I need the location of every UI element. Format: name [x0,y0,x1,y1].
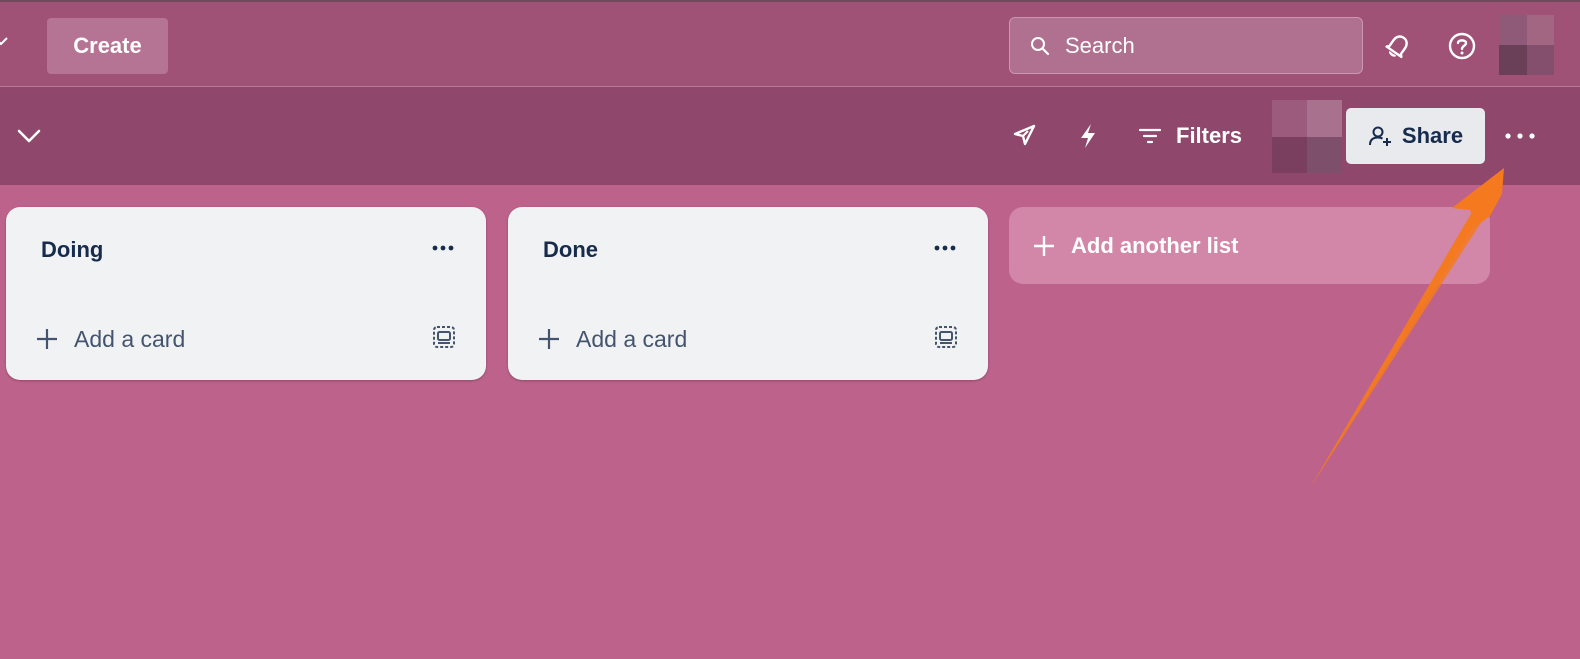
list-more-icon[interactable] [430,241,460,255]
help-icon[interactable] [1446,30,1478,62]
list-more-icon[interactable] [932,241,962,255]
list-doing: Doing Add a card [6,207,486,380]
add-card-label: Add a card [576,325,688,352]
add-list-label: Add another list [1071,232,1239,258]
more-horizontal-icon[interactable] [1503,126,1537,146]
avatar-pixel [1499,15,1527,45]
top-navigation-bar: Create Search [0,0,1580,87]
search-input[interactable]: Search [1009,17,1363,74]
add-card-button[interactable]: Add a card [538,319,687,359]
avatar-pixel [1499,45,1527,75]
avatar-pixel [1526,45,1554,75]
share-label: Share [1401,123,1464,148]
chevron-down-icon[interactable] [0,34,8,48]
search-icon [1031,36,1050,55]
avatar-pixel [1307,100,1342,137]
card-template-icon[interactable] [934,325,958,349]
list-title[interactable]: Done [543,237,598,263]
list-done: Done Add a card [508,207,988,380]
filters-label: Filters [1176,123,1243,148]
filters-button[interactable]: Filters [1138,121,1242,151]
search-placeholder: Search [1065,32,1135,58]
board-menu-chevron-icon[interactable] [16,127,42,145]
annotation-arrow-icon [1310,168,1504,488]
add-card-button[interactable]: Add a card [36,319,185,359]
create-button[interactable]: Create [47,18,168,74]
add-person-icon [1368,126,1391,146]
share-button[interactable]: Share [1346,108,1485,164]
avatar-pixel [1526,15,1554,45]
user-avatar[interactable] [1499,15,1554,75]
plus-icon [37,329,57,349]
notification-bell-icon[interactable] [1382,30,1414,62]
plus-icon [539,329,559,349]
automation-bolt-icon[interactable] [1077,122,1099,150]
plus-icon [1034,235,1054,256]
list-title[interactable]: Doing [41,237,103,263]
add-card-label: Add a card [74,325,186,352]
avatar-pixel [1272,100,1307,137]
filter-icon [1138,128,1162,144]
power-ups-rocket-icon[interactable] [1012,123,1038,149]
card-template-icon[interactable] [432,325,456,349]
